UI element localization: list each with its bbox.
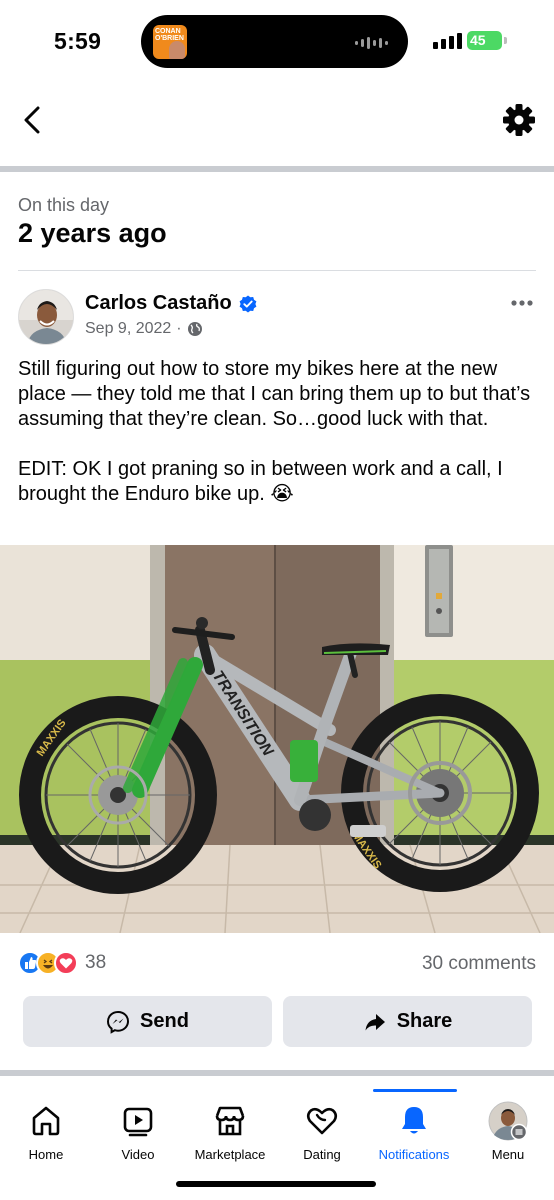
live-activity-text: CONAN O'BRIEN: [155, 28, 184, 42]
video-icon: [123, 1107, 153, 1137]
section-divider: [0, 1070, 554, 1076]
send-button[interactable]: Send: [23, 996, 272, 1047]
audio-waveform-icon: [355, 37, 388, 49]
post-date[interactable]: Sep 9, 2022: [85, 320, 171, 338]
tab-label: Home: [28, 1147, 64, 1162]
dynamic-island[interactable]: CONAN O'BRIEN: [141, 15, 408, 68]
tab-home[interactable]: Home: [0, 1082, 92, 1172]
section-divider: [0, 166, 554, 172]
avatar-icon: [488, 1101, 528, 1141]
back-button[interactable]: [18, 100, 50, 140]
messenger-icon: [107, 1010, 130, 1034]
home-indicator: [176, 1181, 376, 1187]
status-bar: 5:59 CONAN O'BRIEN 45: [0, 0, 554, 84]
battery-icon: 45: [467, 31, 502, 50]
tab-dating[interactable]: Dating: [276, 1082, 368, 1172]
cellular-signal-icon: [433, 33, 462, 49]
author-name[interactable]: Carlos Castaño: [85, 292, 257, 315]
bell-icon: [402, 1107, 426, 1134]
share-label: Share: [396, 1010, 453, 1032]
love-reaction-icon: [54, 951, 78, 975]
verified-badge-icon: [239, 295, 257, 312]
share-button[interactable]: Share: [283, 996, 532, 1047]
tab-label: Notifications: [378, 1147, 450, 1162]
more-horizontal-icon: [511, 300, 533, 306]
status-time: 5:59: [54, 28, 102, 54]
reactions-summary[interactable]: 38: [18, 951, 106, 975]
share-arrow-icon: [365, 1013, 385, 1030]
memory-label: On this day: [18, 195, 110, 215]
divider: [18, 270, 536, 271]
author-name-text: Carlos Castaño: [85, 292, 232, 314]
tab-menu[interactable]: Menu: [462, 1082, 554, 1172]
author-avatar[interactable]: [18, 289, 74, 345]
marketplace-icon: [215, 1106, 245, 1136]
home-icon: [32, 1106, 60, 1136]
dating-icon: [306, 1107, 338, 1135]
post-photo[interactable]: MAXXIS MAXXIS TRANSITION: [0, 545, 554, 933]
send-label: Send: [140, 1010, 189, 1032]
tab-label: Dating: [303, 1147, 341, 1162]
post-text-paragraph: Still figuring out how to store my bikes…: [18, 358, 531, 430]
live-activity-thumbnail: CONAN O'BRIEN: [153, 25, 187, 59]
reaction-count: 38: [85, 952, 107, 973]
comments-count[interactable]: 30 comments: [422, 953, 536, 975]
post-meta: Sep 9, 2022 ·: [85, 320, 203, 338]
tab-label: Video: [121, 1147, 155, 1162]
tab-video[interactable]: Video: [92, 1082, 184, 1172]
tab-label: Menu: [491, 1147, 525, 1162]
memory-title: 2 years ago: [18, 218, 167, 248]
chevron-left-icon: [24, 106, 40, 134]
tab-marketplace[interactable]: Marketplace: [184, 1082, 276, 1172]
post-text-paragraph: EDIT: OK I got praning so in between wor…: [18, 458, 503, 505]
settings-button[interactable]: [500, 101, 538, 139]
gear-icon: [503, 104, 535, 136]
post-text: Still figuring out how to store my bikes…: [18, 357, 542, 507]
battery-level: 45: [470, 32, 486, 48]
more-options-button[interactable]: [508, 293, 536, 313]
tab-label: Marketplace: [194, 1147, 266, 1162]
header: [0, 84, 554, 166]
meta-separator: ·: [176, 320, 182, 337]
tab-notifications[interactable]: Notifications: [368, 1082, 460, 1172]
globe-icon: [187, 322, 202, 336]
